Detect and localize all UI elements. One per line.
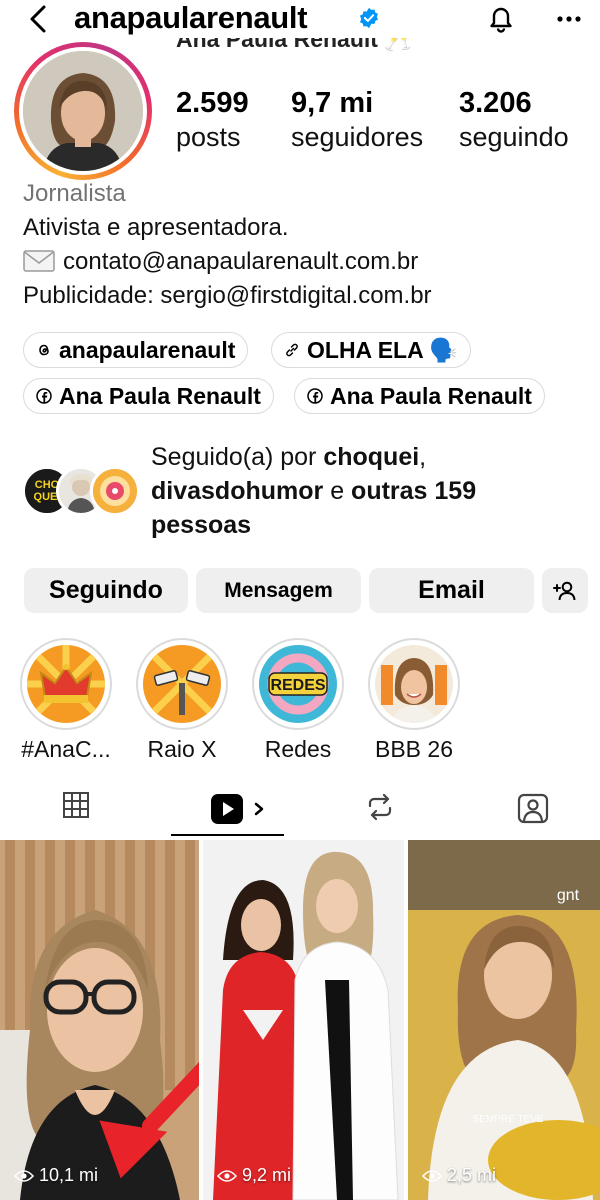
followers-count: 9,7 mi: [291, 87, 374, 119]
facebook-icon: [307, 388, 323, 404]
reel-thumbnail[interactable]: 10,1 mi: [0, 840, 199, 1200]
threads-icon: [39, 344, 49, 356]
video-caption: SEMPRE TEVE: [473, 1114, 544, 1125]
following-label: seguindo: [459, 122, 569, 152]
highlight-cover: [27, 645, 105, 723]
eye-icon: [217, 1169, 237, 1182]
suggested-users-button[interactable]: [542, 568, 588, 613]
view-count: 9,2 mi: [217, 1165, 291, 1186]
highlight-label: Raio X: [147, 736, 217, 762]
mutual-follower-name: divasdohumor: [151, 477, 324, 505]
bio-line: Publicidade: sergio@firstdigital.com.br: [23, 282, 432, 309]
view-count: 2,5 mi: [422, 1165, 496, 1186]
profile-username: anapaularenault: [74, 0, 308, 35]
tab-grid-icon[interactable]: [63, 792, 89, 818]
posts-stat[interactable]: 2.599 posts: [176, 86, 249, 154]
following-stat[interactable]: 3.206 seguindo: [459, 86, 569, 154]
followers-stat[interactable]: 9,7 mi seguidores: [291, 86, 423, 154]
avatar: [90, 466, 140, 516]
verified-badge-icon: [360, 7, 378, 29]
eye-icon: [14, 1169, 34, 1182]
mutual-follower-name: choquei: [323, 443, 420, 471]
active-tab-indicator: [171, 834, 284, 836]
highlight-item[interactable]: Raio X: [136, 638, 228, 762]
video-watermark: gnt: [557, 887, 580, 904]
profile-avatar-story-ring[interactable]: [14, 42, 152, 180]
message-button[interactable]: Mensagem: [196, 568, 361, 613]
highlight-cover: [143, 645, 221, 723]
reels-grid: 10,1 mi 9,2 mi gnt SEMPRE TEVE 2,5 mi: [0, 840, 600, 1200]
chip-label: anapaularenault: [59, 336, 236, 363]
followed-by-text[interactable]: Seguido(a) por choquei, divasdohumor e o…: [151, 440, 571, 542]
highlight-cover-text: REDES: [270, 677, 325, 694]
profile-avatar: [23, 51, 143, 171]
profile-full-name: Ana Paula Renault 🥂: [176, 38, 413, 52]
highlight-cover: [375, 645, 453, 723]
envelope-icon: [23, 250, 55, 272]
followers-label: seguidores: [291, 122, 424, 152]
chip-label: Ana Paula Renault: [330, 382, 532, 409]
notification-bell-icon[interactable]: [486, 3, 516, 33]
back-arrow-icon[interactable]: [26, 4, 52, 34]
highlight-cover: REDES: [259, 645, 337, 723]
bio-email-line: contato@anapaularenault.com.br: [23, 248, 418, 276]
highlight-item[interactable]: BBB 26: [368, 638, 460, 762]
reel-thumbnail[interactable]: gnt SEMPRE TEVE 2,5 mi: [408, 840, 600, 1200]
threads-link-chip[interactable]: anapaularenault: [23, 332, 249, 368]
tab-reels-icon[interactable]: [210, 792, 272, 826]
view-count: 10,1 mi: [14, 1165, 98, 1186]
reel-thumbnail[interactable]: 9,2 mi: [203, 840, 404, 1200]
facebook-link-chip[interactable]: Ana Paula Renault: [294, 378, 545, 414]
top-bar: anapaularenault: [0, 0, 600, 40]
link-chip[interactable]: OLHA ELA 🗣️: [271, 332, 471, 368]
following-button[interactable]: Seguindo: [24, 568, 188, 613]
tab-reposts-icon[interactable]: [366, 792, 394, 822]
more-options-icon[interactable]: [556, 6, 582, 32]
add-person-icon: [553, 581, 576, 600]
facebook-icon: [36, 388, 52, 404]
bio-line: Ativista e apresentadora.: [23, 214, 289, 241]
eye-icon: [422, 1169, 442, 1182]
profile-tabs: [0, 786, 600, 838]
profile-category: Jornalista: [23, 180, 126, 207]
email-button[interactable]: Email: [369, 568, 534, 613]
chip-label: Ana Paula Renault: [59, 382, 261, 409]
highlight-label: BBB 26: [375, 736, 453, 762]
posts-label: posts: [176, 122, 241, 152]
facebook-link-chip[interactable]: Ana Paula Renault: [23, 378, 274, 414]
chip-label: OLHA ELA 🗣️: [307, 336, 458, 363]
highlight-item[interactable]: #AnaC...: [20, 638, 112, 762]
bio-email[interactable]: contato@anapaularenault.com.br: [63, 248, 418, 275]
highlight-label: Redes: [264, 736, 332, 762]
posts-count: 2.599: [176, 87, 249, 119]
following-count: 3.206: [459, 87, 532, 119]
tab-tagged-icon[interactable]: [517, 792, 549, 824]
highlight-item[interactable]: REDES Redes: [252, 638, 344, 762]
highlight-label: #AnaC...: [21, 736, 111, 762]
link-icon: [286, 343, 298, 357]
mutual-followers-avatars[interactable]: CHO QUEI: [22, 466, 142, 518]
